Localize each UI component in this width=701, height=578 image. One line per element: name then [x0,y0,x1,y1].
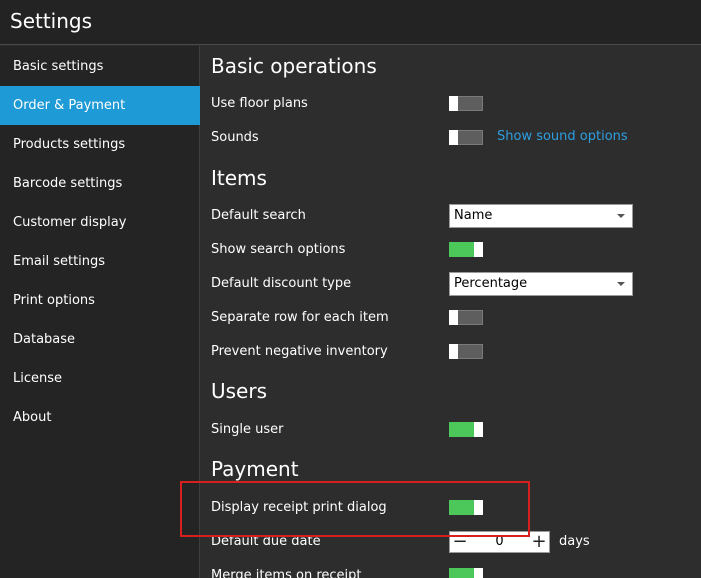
show-search-options-toggle[interactable] [449,242,483,257]
settings-window: Settings Basic settings Order & Payment … [0,0,701,578]
merge-items-on-receipt-label: Merge items on receipt [211,568,362,578]
settings-content: Basic operations Use floor plans Sounds … [201,46,701,578]
sidebar-item-order-payment[interactable]: Order & Payment [0,86,200,125]
separate-row-toggle[interactable] [449,310,483,325]
show-sound-options-link[interactable]: Show sound options [497,129,628,144]
prevent-negative-inventory-label: Prevent negative inventory [211,344,388,359]
due-date-input[interactable]: 0 [470,532,529,552]
sidebar-item-customer-display[interactable]: Customer display [0,203,200,242]
increment-button[interactable]: + [529,532,549,552]
default-search-select[interactable]: Name [449,204,633,228]
show-search-options-label: Show search options [211,242,346,257]
sidebar-item-about[interactable]: About [0,398,200,437]
toggle-knob [474,500,483,515]
section-title-items: Items [211,166,267,190]
toggle-knob [474,242,483,257]
sidebar-item-email-settings[interactable]: Email settings [0,242,200,281]
sidebar-item-products-settings[interactable]: Products settings [0,125,200,164]
chevron-down-icon [617,214,625,218]
default-discount-type-select[interactable]: Percentage [449,272,633,296]
toggle-knob [474,568,483,578]
decrement-button[interactable]: − [450,532,470,552]
section-title-basic-operations: Basic operations [211,54,377,78]
display-receipt-print-dialog-toggle[interactable] [449,500,483,515]
prevent-negative-inventory-toggle[interactable] [449,344,483,359]
section-title-payment: Payment [211,457,299,481]
due-date-unit: days [559,534,590,549]
sidebar-item-barcode-settings[interactable]: Barcode settings [0,164,200,203]
chevron-down-icon [617,282,625,286]
sidebar-item-database[interactable]: Database [0,320,200,359]
default-search-value: Name [454,208,493,223]
sounds-label: Sounds [211,130,259,145]
default-discount-type-label: Default discount type [211,276,352,291]
use-floor-plans-toggle[interactable] [449,96,483,111]
sidebar-item-basic-settings[interactable]: Basic settings [0,47,200,86]
merge-items-on-receipt-toggle[interactable] [449,568,483,578]
toggle-knob [474,422,483,437]
toggle-knob [449,130,458,145]
sidebar-item-license[interactable]: License [0,359,200,398]
sidebar-item-print-options[interactable]: Print options [0,281,200,320]
default-discount-type-value: Percentage [454,276,528,291]
default-due-date-stepper: − 0 + [449,531,550,553]
display-receipt-print-dialog-label: Display receipt print dialog [211,500,387,515]
sidebar: Basic settings Order & Payment Products … [0,46,200,578]
toggle-knob [449,344,458,359]
use-floor-plans-label: Use floor plans [211,96,308,111]
single-user-label: Single user [211,422,284,437]
section-title-users: Users [211,379,268,403]
title-bar: Settings [0,0,701,45]
default-search-label: Default search [211,208,306,223]
window-title: Settings [10,9,93,33]
single-user-toggle[interactable] [449,422,483,437]
sounds-toggle[interactable] [449,130,483,145]
default-due-date-label: Default due date [211,534,321,549]
toggle-knob [449,310,458,325]
separate-row-label: Separate row for each item [211,310,389,325]
toggle-knob [449,96,458,111]
